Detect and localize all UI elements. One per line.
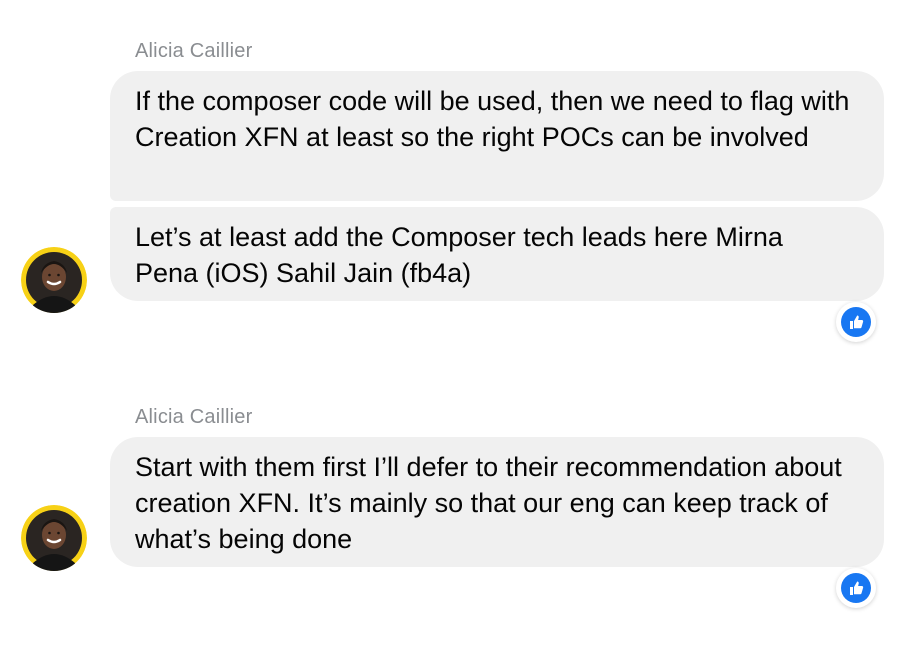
message-bubble[interactable]: Let’s at least add the Composer tech lea…	[110, 207, 884, 301]
message-bubble[interactable]: Start with them first I’ll defer to thei…	[110, 437, 884, 567]
like-icon	[841, 573, 871, 603]
message-text: Start with them first I’ll defer to thei…	[135, 452, 842, 554]
avatar-image	[21, 505, 87, 571]
like-reaction[interactable]	[836, 302, 876, 342]
like-reaction[interactable]	[836, 568, 876, 608]
message-text: Let’s at least add the Composer tech lea…	[135, 222, 783, 288]
sender-name: Alicia Caillier	[135, 40, 253, 62]
avatar-image	[21, 247, 87, 313]
message-bubble[interactable]: If the composer code will be used, then …	[110, 71, 884, 201]
chat-thread: Alicia Caillier If the composer code wil…	[0, 0, 912, 646]
sender-name: Alicia Caillier	[135, 406, 253, 428]
like-icon	[841, 307, 871, 337]
avatar[interactable]	[21, 505, 87, 571]
avatar[interactable]	[21, 247, 87, 313]
message-text: If the composer code will be used, then …	[135, 86, 850, 152]
